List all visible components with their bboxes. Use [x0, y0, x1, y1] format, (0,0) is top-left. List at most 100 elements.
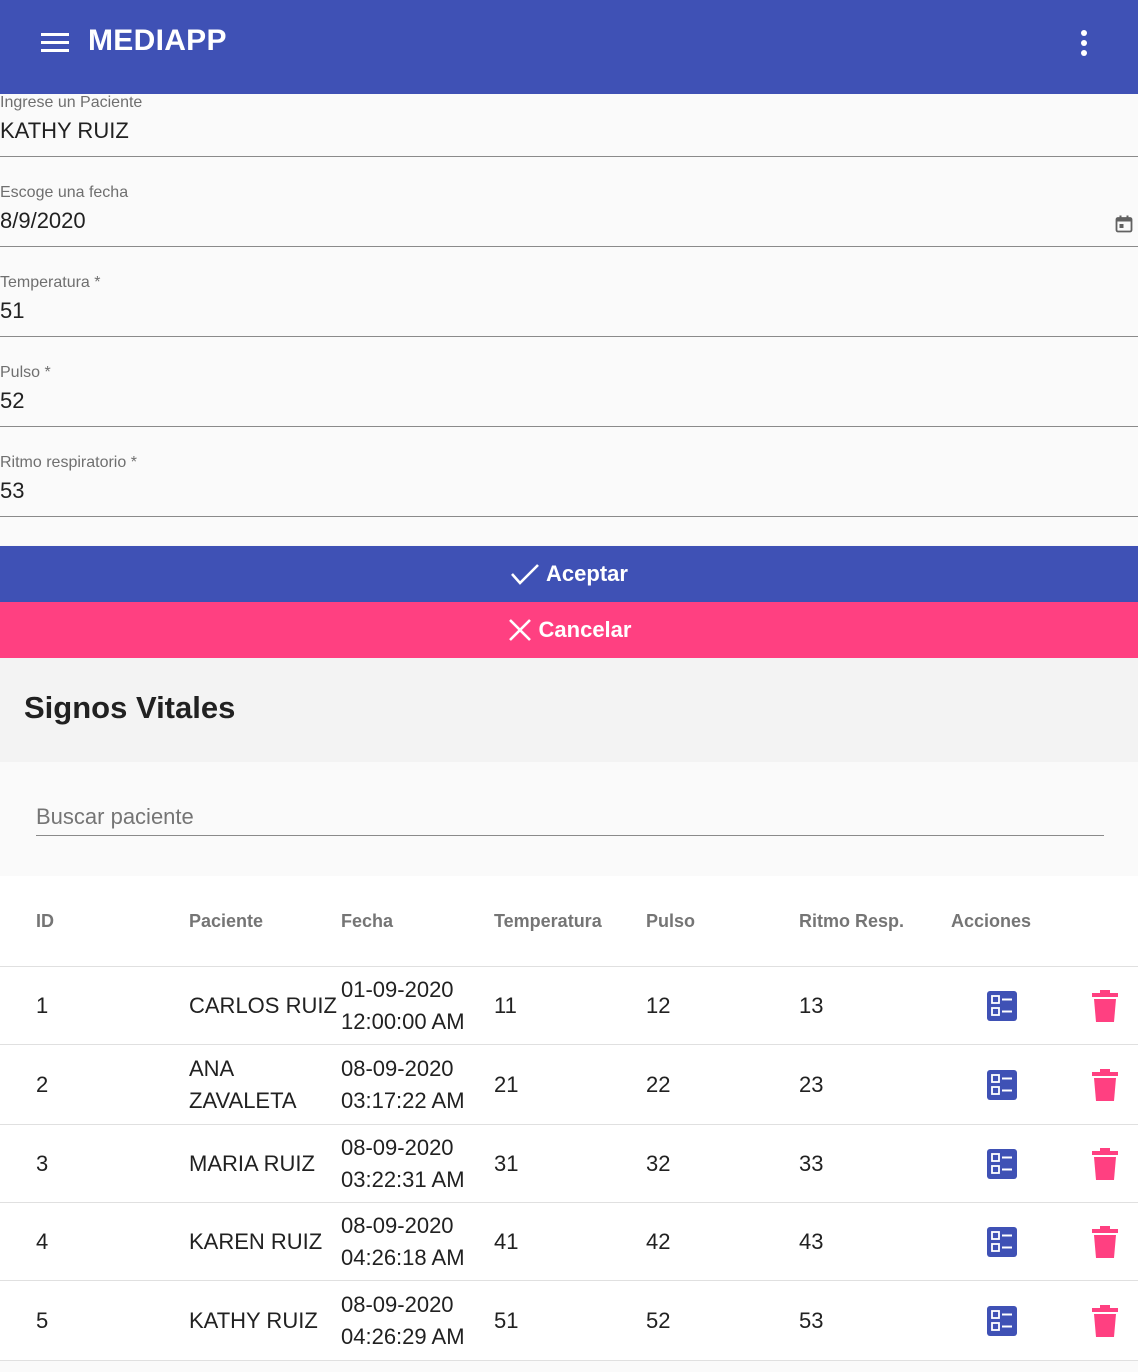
- cell-date-day: 08-09-2020: [341, 1212, 454, 1238]
- cell-pulse: 12: [646, 992, 671, 1018]
- cell-pulse: 32: [646, 1150, 671, 1176]
- delete-icon[interactable]: [1092, 989, 1118, 1022]
- app-toolbar: MEDIAPP: [0, 0, 1138, 94]
- pulse-field-label: Pulso *: [0, 364, 51, 381]
- cell-temperature: 41: [494, 1228, 519, 1254]
- cell-date-time: 12:00:00 AM: [341, 1008, 465, 1034]
- cell-patient-line: ZAVALETA: [189, 1087, 297, 1113]
- cell-temperature: 11: [494, 992, 517, 1018]
- cell-pulse: 22: [646, 1071, 671, 1097]
- field-underline: [0, 156, 1138, 157]
- edit-list-icon[interactable]: [987, 1226, 1017, 1257]
- cell-date-time: 03:22:31 AM: [341, 1166, 465, 1192]
- patient-field-value[interactable]: KATHY RUIZ: [0, 118, 129, 144]
- cell-patient: KAREN RUIZ: [189, 1228, 323, 1254]
- edit-list-icon[interactable]: [987, 1069, 1017, 1100]
- cell-patient: MARIA RUIZ: [189, 1150, 315, 1176]
- cell-respiratory-rate: 43: [799, 1228, 824, 1254]
- respiratory-rate-field-label: Ritmo respiratorio *: [0, 454, 137, 471]
- edit-list-icon[interactable]: [987, 1305, 1017, 1336]
- cell-id: 5: [36, 1307, 49, 1333]
- cell-date: 08-09-2020 04:26:29 AM: [341, 1289, 465, 1353]
- table-row: 5 KATHY RUIZ 08-09-2020 04:26:29 AM 51 52…: [0, 1281, 1138, 1361]
- cell-patient: ANA ZAVALETA: [189, 1053, 297, 1117]
- search-area: [0, 762, 1138, 876]
- cell-date: 08-09-2020 03:17:22 AM: [341, 1053, 465, 1117]
- date-field-value[interactable]: 8/9/2020: [0, 208, 86, 234]
- cell-date-day: 01-09-2020: [341, 976, 454, 1002]
- cell-temperature: 31: [494, 1150, 519, 1176]
- column-header-id[interactable]: ID: [36, 911, 54, 932]
- pulse-field-value[interactable]: 52: [0, 388, 24, 414]
- respiratory-rate-field-value[interactable]: 53: [0, 478, 24, 504]
- calendar-icon[interactable]: [1115, 215, 1133, 233]
- cell-date-time: 04:26:18 AM: [341, 1244, 465, 1270]
- cell-date-day: 08-09-2020: [341, 1134, 454, 1160]
- temperature-field[interactable]: Temperatura * 51: [0, 274, 1138, 364]
- cell-patient: CARLOS RUIZ: [189, 992, 337, 1018]
- cell-id: 4: [36, 1228, 49, 1254]
- more-vert-icon[interactable]: [1072, 28, 1096, 60]
- hamburger-menu-icon[interactable]: [38, 31, 72, 55]
- cell-respiratory-rate: 33: [799, 1150, 824, 1176]
- delete-icon[interactable]: [1092, 1225, 1118, 1258]
- field-underline: [0, 336, 1138, 337]
- pulse-field[interactable]: Pulso * 52: [0, 364, 1138, 454]
- cell-id: 2: [36, 1071, 49, 1097]
- field-underline: [0, 426, 1138, 427]
- delete-icon[interactable]: [1092, 1068, 1118, 1101]
- app-title: MEDIAPP: [88, 24, 227, 57]
- close-icon: [508, 619, 531, 641]
- cell-date: 08-09-2020 03:22:31 AM: [341, 1132, 465, 1196]
- edit-list-icon[interactable]: [987, 990, 1017, 1021]
- cell-date-time: 04:26:29 AM: [341, 1323, 465, 1349]
- temperature-field-value[interactable]: 51: [0, 298, 24, 324]
- table-row: 4 KAREN RUIZ 08-09-2020 04:26:18 AM 41 42…: [0, 1203, 1138, 1281]
- patient-field-label: Ingrese un Paciente: [0, 94, 143, 111]
- cell-respiratory-rate: 53: [799, 1307, 824, 1333]
- respiratory-rate-field[interactable]: Ritmo respiratorio * 53: [0, 454, 1138, 544]
- table-row: 3 MARIA RUIZ 08-09-2020 03:22:31 AM 31 32…: [0, 1125, 1138, 1203]
- table-row: 2 ANA ZAVALETA 08-09-2020 03:17:22 AM 21 2…: [0, 1045, 1138, 1125]
- cell-patient-line: ANA: [189, 1055, 235, 1081]
- date-field-label: Escoge una fecha: [0, 184, 129, 201]
- table-header-row: ID Paciente Fecha Temperatura Pulso Ritm…: [0, 876, 1138, 967]
- accept-button-label: Aceptar: [546, 561, 628, 586]
- column-header-actions: Acciones: [951, 911, 1032, 931]
- field-underline: [0, 246, 1138, 247]
- cell-respiratory-rate: 13: [799, 992, 824, 1018]
- column-header-pulse[interactable]: Pulso: [646, 911, 695, 932]
- cell-date-day: 08-09-2020: [341, 1055, 454, 1081]
- vital-signs-table: ID Paciente Fecha Temperatura Pulso Ritm…: [0, 876, 1138, 1361]
- edit-list-icon[interactable]: [987, 1148, 1017, 1179]
- column-header-temperature[interactable]: Temperatura: [494, 911, 602, 932]
- cell-respiratory-rate: 23: [799, 1071, 824, 1097]
- cell-date-time: 03:17:22 AM: [341, 1087, 465, 1113]
- cell-date-day: 08-09-2020: [341, 1291, 454, 1317]
- date-field[interactable]: Escoge una fecha 8/9/2020: [0, 184, 1138, 274]
- search-input[interactable]: [36, 798, 1104, 836]
- column-header-date[interactable]: Fecha: [341, 911, 393, 932]
- cell-pulse: 52: [646, 1307, 671, 1333]
- cell-temperature: 21: [494, 1071, 519, 1097]
- cancel-button[interactable]: Cancelar: [0, 602, 1138, 658]
- cell-patient: KATHY RUIZ: [189, 1307, 318, 1333]
- table-row: 1 CARLOS RUIZ 01-09-2020 12:00:00 AM 11 1…: [0, 967, 1138, 1045]
- patient-field[interactable]: Ingrese un Paciente KATHY RUIZ: [0, 94, 1138, 184]
- column-header-patient[interactable]: Paciente: [189, 911, 263, 932]
- delete-icon[interactable]: [1092, 1304, 1118, 1337]
- cell-temperature: 51: [494, 1307, 519, 1333]
- column-header-respiratory-rate[interactable]: Ritmo Resp.: [799, 911, 904, 932]
- section-title: Signos Vitales: [24, 690, 236, 725]
- cell-id: 1: [36, 992, 49, 1018]
- cell-date: 01-09-2020 12:00:00 AM: [341, 974, 465, 1038]
- cancel-button-label: Cancelar: [538, 617, 632, 642]
- delete-icon[interactable]: [1092, 1147, 1118, 1180]
- accept-button[interactable]: Aceptar: [0, 546, 1138, 602]
- temperature-field-label: Temperatura *: [0, 274, 101, 291]
- field-underline: [0, 516, 1138, 517]
- check-icon: [511, 564, 539, 585]
- cell-pulse: 42: [646, 1228, 671, 1254]
- cell-id: 3: [36, 1150, 49, 1176]
- cell-date: 08-09-2020 04:26:18 AM: [341, 1210, 465, 1274]
